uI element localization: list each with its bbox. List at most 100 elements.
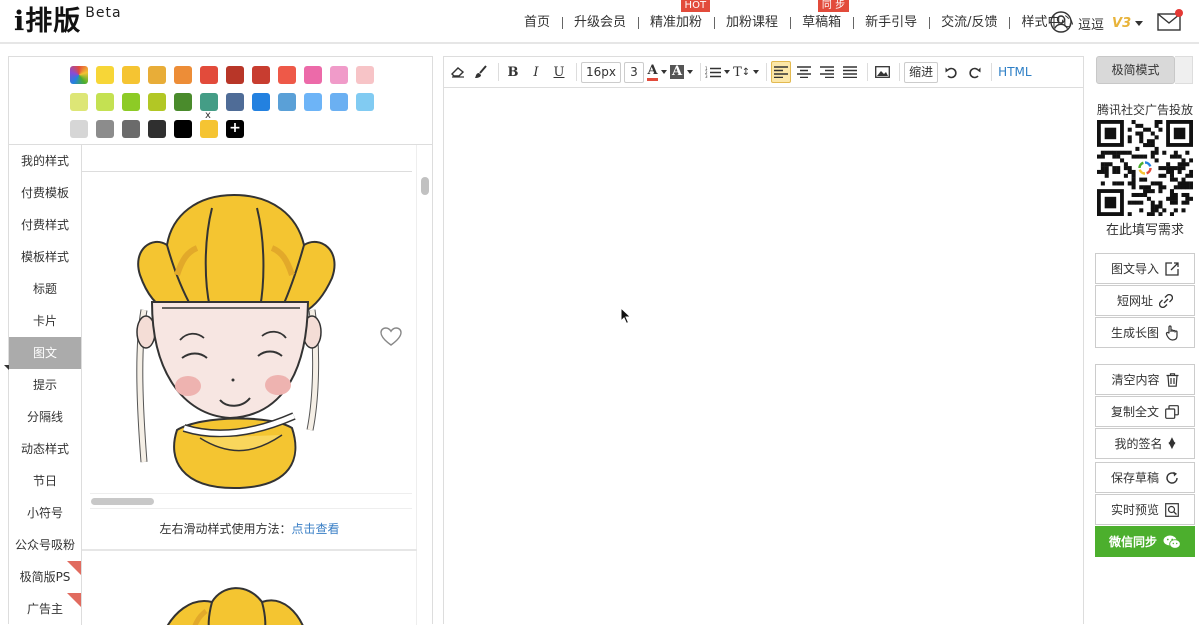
color-swatch[interactable] xyxy=(96,120,114,138)
user-menu[interactable]: 逗逗 V3 xyxy=(1050,11,1144,36)
align-center-button[interactable] xyxy=(794,61,814,83)
color-swatch[interactable] xyxy=(252,66,270,84)
line-height-input[interactable]: 3 xyxy=(624,61,644,83)
clear-content-button[interactable]: 清空内容 xyxy=(1095,364,1195,395)
font-color-button[interactable]: A xyxy=(647,61,667,83)
vertical-scrollbar[interactable] xyxy=(421,177,429,195)
color-swatch[interactable] xyxy=(70,93,88,111)
add-color-button[interactable]: + xyxy=(226,120,244,138)
category-label: 广告主 xyxy=(26,602,63,616)
nav-item[interactable]: 交流/反馈 xyxy=(929,14,1009,32)
monk-illustration[interactable] xyxy=(122,190,352,490)
category-item[interactable]: 公众号吸粉 xyxy=(9,529,81,561)
color-swatch[interactable] xyxy=(200,66,218,84)
undo-icon[interactable] xyxy=(941,61,961,83)
live-preview-button[interactable]: 实时预览 xyxy=(1095,494,1195,525)
color-swatch[interactable] xyxy=(70,120,88,138)
italic-button[interactable]: I xyxy=(526,61,546,83)
color-swatch[interactable] xyxy=(226,93,244,111)
nav-item[interactable]: 新手引导 xyxy=(853,14,929,32)
short-url-button[interactable]: 短网址 xyxy=(1095,285,1195,316)
category-item[interactable]: 模板样式 xyxy=(9,241,81,273)
category-item[interactable]: 节日 xyxy=(9,465,81,497)
style-list[interactable]: 左右滑动样式使用方法：点击查看 xyxy=(81,145,432,625)
color-swatch[interactable] xyxy=(96,93,114,111)
wechat-icon xyxy=(1163,535,1181,549)
my-signature-button[interactable]: 我的签名 ▲ ▼ xyxy=(1095,428,1195,459)
color-swatch[interactable] xyxy=(278,93,296,111)
category-item[interactable]: 极简版PS xyxy=(9,561,81,593)
color-swatch[interactable] xyxy=(252,93,270,111)
background-color-button[interactable]: A xyxy=(670,61,694,83)
horizontal-scrollbar[interactable] xyxy=(91,498,154,505)
long-image-button[interactable]: 生成长图 xyxy=(1095,317,1195,348)
ad-subtitle[interactable]: 在此填写需求 xyxy=(1095,219,1195,238)
color-swatch[interactable] xyxy=(122,120,140,138)
text-style-button[interactable]: T ↕ xyxy=(733,61,760,83)
category-item[interactable]: 分隔线 xyxy=(9,401,81,433)
color-swatch[interactable] xyxy=(330,93,348,111)
ordered-list-button[interactable]: 123 xyxy=(705,61,731,83)
align-right-button[interactable] xyxy=(817,61,837,83)
color-swatch[interactable] xyxy=(278,66,296,84)
category-item[interactable]: 小符号 xyxy=(9,497,81,529)
toolbar-divider xyxy=(700,63,702,81)
color-swatch[interactable] xyxy=(226,66,244,84)
color-swatch[interactable] xyxy=(148,93,166,111)
import-article-button[interactable]: 图文导入 xyxy=(1095,253,1195,284)
nav-item[interactable]: 加粉课程 xyxy=(714,14,790,32)
color-swatch[interactable] xyxy=(356,93,374,111)
logo[interactable]: i排版 Beta xyxy=(14,4,122,40)
favorite-heart-icon[interactable] xyxy=(380,327,402,350)
save-draft-button[interactable]: 保存草稿 xyxy=(1095,462,1195,493)
color-swatch[interactable] xyxy=(330,66,348,84)
qr-code[interactable] xyxy=(1097,120,1193,216)
wechat-sync-button[interactable]: 微信同步 xyxy=(1095,526,1195,557)
simple-mode-button[interactable]: 极简模式 xyxy=(1096,56,1175,84)
insert-image-icon[interactable] xyxy=(872,61,892,83)
color-swatch[interactable] xyxy=(200,120,218,138)
category-item[interactable]: 广告主 xyxy=(9,593,81,625)
format-brush-icon[interactable] xyxy=(471,61,491,83)
color-swatch[interactable] xyxy=(96,66,114,84)
toolbar-divider xyxy=(498,63,499,81)
html-mode-button[interactable]: HTML xyxy=(998,61,1031,83)
nav-item[interactable]: 升级会员 xyxy=(562,14,638,32)
color-swatch[interactable] xyxy=(148,66,166,84)
indent-button[interactable]: 缩进 xyxy=(904,61,939,83)
custom-color-swatch[interactable] xyxy=(70,66,88,84)
color-swatch[interactable] xyxy=(174,66,192,84)
nav-item[interactable]: 精准加粉 HOT xyxy=(638,0,714,32)
align-left-button[interactable] xyxy=(771,61,792,83)
category-item[interactable]: 动态样式 xyxy=(9,433,81,465)
underline-button[interactable]: U xyxy=(549,61,569,83)
monk-illustration-2[interactable] xyxy=(122,577,352,625)
color-swatch[interactable] xyxy=(304,93,322,111)
justify-button[interactable] xyxy=(840,61,860,83)
color-swatch[interactable] xyxy=(200,93,218,111)
redo-icon[interactable] xyxy=(964,61,984,83)
color-swatch[interactable] xyxy=(122,66,140,84)
bold-button[interactable]: B xyxy=(503,61,523,83)
category-item[interactable]: 我的样式 xyxy=(9,145,81,177)
category-item[interactable]: 提示 xyxy=(9,369,81,401)
nav-item[interactable]: 首页 xyxy=(512,14,562,32)
color-swatch[interactable] xyxy=(174,120,192,138)
category-item[interactable]: 标题 xyxy=(9,273,81,305)
font-size-select[interactable]: 16px xyxy=(581,61,621,83)
color-swatch[interactable] xyxy=(356,66,374,84)
copy-all-button[interactable]: 复制全文 xyxy=(1095,396,1195,427)
eraser-icon[interactable] xyxy=(448,61,468,83)
mode-toggle-track[interactable] xyxy=(1175,56,1193,84)
color-swatch[interactable] xyxy=(122,93,140,111)
category-item[interactable]: 图文 xyxy=(4,337,81,370)
color-swatch[interactable] xyxy=(174,93,192,111)
color-swatch[interactable] xyxy=(148,120,166,138)
category-item[interactable]: 付费模板 xyxy=(9,177,81,209)
color-swatch[interactable] xyxy=(304,66,322,84)
category-item[interactable]: 卡片 xyxy=(9,305,81,337)
category-item[interactable]: 付费样式 xyxy=(9,209,81,241)
nav-item[interactable]: 草稿箱 同 步 xyxy=(790,0,853,32)
notification-dot xyxy=(1175,9,1183,17)
swipe-tip-link[interactable]: 点击查看 xyxy=(292,522,340,536)
